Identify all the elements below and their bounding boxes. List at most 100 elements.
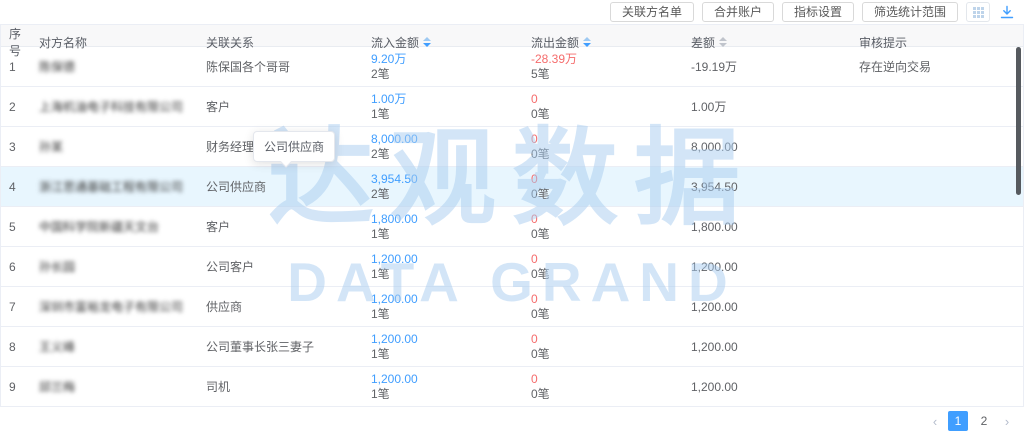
outflow-count: 0笔	[531, 227, 681, 242]
col-header-outflow[interactable]: 流出金额	[531, 34, 691, 51]
cell-relation: 司机	[206, 378, 371, 395]
outflow-amount: 0	[531, 172, 681, 187]
download-icon	[1000, 5, 1014, 19]
prev-page-button[interactable]: ‹	[928, 414, 942, 429]
cell-counterparty-name: 孙长园	[39, 258, 206, 275]
outflow-count: 0笔	[531, 347, 681, 362]
outflow-amount: 0	[531, 132, 681, 147]
cell-counterparty-name: 王义峰	[39, 338, 206, 355]
related-party-table: 序号 对方名称 关联关系 流入金额 流出金额 差额 审核提示 1 陈保德 陈保国…	[0, 24, 1024, 407]
inflow-amount: 1,200.00	[371, 252, 521, 267]
table-header: 序号 对方名称 关联关系 流入金额 流出金额 差额 审核提示	[1, 25, 1023, 47]
outflow-amount: 0	[531, 252, 681, 267]
table-row[interactable]: 9 邱兰梅 司机 1,200.00 1笔 0 0笔 1,200.00	[1, 367, 1023, 407]
col-header-diff[interactable]: 差额	[691, 34, 859, 51]
cell-diff: 1,200.00	[691, 340, 859, 354]
cell-relation: 公司董事长张三妻子	[206, 338, 371, 355]
inflow-amount: 1,200.00	[371, 292, 521, 307]
col-header-audit: 审核提示	[859, 34, 1023, 51]
cell-inflow: 8,000.00 2笔	[371, 132, 531, 162]
table-row[interactable]: 8 王义峰 公司董事长张三妻子 1,200.00 1笔 0 0笔 1,200.0…	[1, 327, 1023, 367]
inflow-amount: 9.20万	[371, 52, 521, 67]
relation-tooltip: 公司供应商	[253, 131, 335, 162]
cell-diff: 1,200.00	[691, 380, 859, 394]
outflow-count: 0笔	[531, 147, 681, 162]
col-label: 对方名称	[39, 34, 87, 51]
cell-serial: 3	[9, 140, 39, 154]
inflow-count: 2笔	[371, 147, 521, 162]
download-button[interactable]	[998, 2, 1016, 22]
filter-statistics-range-button[interactable]: 筛选统计范围	[862, 2, 958, 22]
table-row[interactable]: 1 陈保德 陈保国各个哥哥 9.20万 2笔 -28.39万 5笔 -19.19…	[1, 47, 1023, 87]
vertical-scrollbar-thumb[interactable]	[1016, 47, 1021, 195]
cell-outflow: 0 0笔	[531, 172, 691, 202]
inflow-count: 1笔	[371, 307, 521, 322]
sort-caret-icon[interactable]	[423, 37, 431, 47]
inflow-amount: 1.00万	[371, 92, 521, 107]
cell-relation: 客户	[206, 98, 371, 115]
grid-icon	[973, 7, 984, 18]
table-row[interactable]: 2 上海机油电子科技有限公司 客户 1.00万 1笔 0 0笔 1.00万	[1, 87, 1023, 127]
table-body: 1 陈保德 陈保国各个哥哥 9.20万 2笔 -28.39万 5笔 -19.19…	[1, 47, 1023, 407]
inflow-count: 2笔	[371, 187, 521, 202]
cell-outflow: 0 0笔	[531, 132, 691, 162]
outflow-amount: 0	[531, 92, 681, 107]
cell-relation: 陈保国各个哥哥	[206, 58, 371, 75]
cell-outflow: -28.39万 5笔	[531, 52, 691, 82]
sort-caret-icon[interactable]	[719, 37, 727, 47]
cell-relation: 客户	[206, 218, 371, 235]
col-header-inflow[interactable]: 流入金额	[371, 34, 531, 51]
cell-serial: 7	[9, 300, 39, 314]
cell-serial: 5	[9, 220, 39, 234]
inflow-count: 1笔	[371, 267, 521, 282]
cell-inflow: 3,954.50 2笔	[371, 172, 531, 202]
related-party-list-button[interactable]: 关联方名单	[610, 2, 694, 22]
inflow-count: 1笔	[371, 107, 521, 122]
merge-accounts-button[interactable]: 合并账户	[702, 2, 774, 22]
cell-inflow: 1,200.00 1笔	[371, 292, 531, 322]
col-label: 流入金额	[371, 34, 419, 51]
outflow-amount: 0	[531, 372, 681, 387]
inflow-count: 1笔	[371, 387, 521, 402]
inflow-count: 2笔	[371, 67, 521, 82]
table-row[interactable]: 6 孙长园 公司客户 1,200.00 1笔 0 0笔 1,200.00	[1, 247, 1023, 287]
cell-inflow: 1,200.00 1笔	[371, 332, 531, 362]
cell-diff: 8,000.00	[691, 140, 859, 154]
table-row[interactable]: 7 深圳市富裕龙电子有限公司 供应商 1,200.00 1笔 0 0笔 1,20…	[1, 287, 1023, 327]
cell-outflow: 0 0笔	[531, 252, 691, 282]
cell-outflow: 0 0笔	[531, 212, 691, 242]
outflow-count: 0笔	[531, 387, 681, 402]
cell-counterparty-name: 陈保德	[39, 58, 206, 75]
table-row[interactable]: 5 中国科学院新疆天文台 客户 1,800.00 1笔 0 0笔 1,800.0…	[1, 207, 1023, 247]
inflow-amount: 1,200.00	[371, 372, 521, 387]
next-page-button[interactable]: ›	[1000, 414, 1014, 429]
table-view-button[interactable]	[966, 2, 990, 22]
cell-counterparty-name: 浙江思通基础工程有限公司	[39, 178, 206, 195]
cell-diff: 1,200.00	[691, 260, 859, 274]
cell-diff: 3,954.50	[691, 180, 859, 194]
outflow-amount: 0	[531, 212, 681, 227]
inflow-count: 1笔	[371, 227, 521, 242]
cell-counterparty-name: 孙某	[39, 138, 206, 155]
sort-caret-icon[interactable]	[583, 37, 591, 47]
col-header-counterparty: 对方名称	[39, 34, 206, 51]
table-row[interactable]: 3 孙某 财务经理 8,000.00 2笔 0 0笔 8,000.00	[1, 127, 1023, 167]
inflow-amount: 3,954.50	[371, 172, 521, 187]
table-row[interactable]: 4 浙江思通基础工程有限公司 公司供应商 3,954.50 2笔 0 0笔 3,…	[1, 167, 1023, 207]
indicator-settings-button[interactable]: 指标设置	[782, 2, 854, 22]
tooltip-text: 公司供应商	[264, 140, 324, 154]
inflow-amount: 1,800.00	[371, 212, 521, 227]
outflow-amount: -28.39万	[531, 52, 681, 67]
cell-diff: -19.19万	[691, 58, 859, 75]
cell-serial: 9	[9, 380, 39, 394]
page-button-1[interactable]: 1	[948, 411, 968, 431]
cell-audit-hint: 存在逆向交易	[859, 58, 1023, 75]
cell-diff: 1,800.00	[691, 220, 859, 234]
cell-outflow: 0 0笔	[531, 332, 691, 362]
page: 关联方名单 合并账户 指标设置 筛选统计范围 序号 对方名称 关联关系 流入金额…	[0, 0, 1024, 437]
cell-outflow: 0 0笔	[531, 92, 691, 122]
cell-counterparty-name: 上海机油电子科技有限公司	[39, 98, 206, 115]
cell-outflow: 0 0笔	[531, 292, 691, 322]
page-button-2[interactable]: 2	[974, 411, 994, 431]
cell-inflow: 1.00万 1笔	[371, 92, 531, 122]
